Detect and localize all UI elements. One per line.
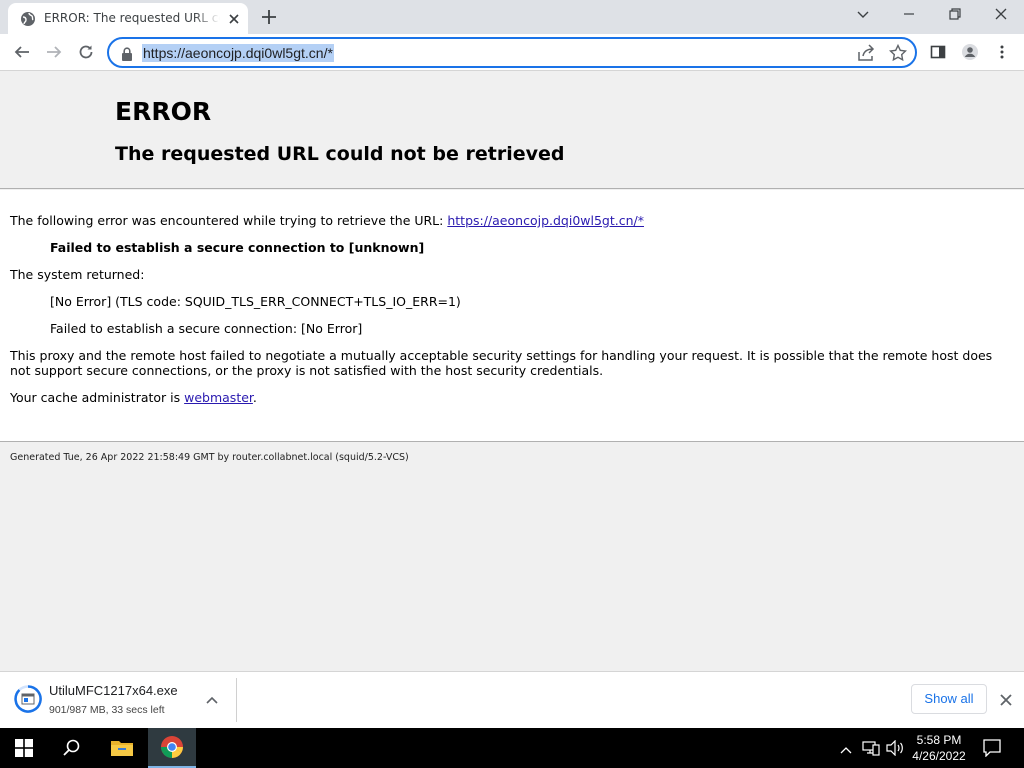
system-detail: Failed to establish a secure connection:…: [50, 321, 363, 336]
explanation-paragraph: This proxy and the remote host failed to…: [10, 348, 993, 378]
webmaster-link[interactable]: webmaster: [184, 390, 253, 405]
reload-icon[interactable]: [74, 40, 98, 64]
admin-paragraph: Your cache administrator is webmaster.: [10, 390, 1010, 405]
chevron-up-icon[interactable]: [204, 692, 220, 708]
side-panel-icon[interactable]: [926, 40, 950, 64]
download-progress-icon[interactable]: [14, 685, 42, 713]
tab-title: ERROR: The requested URL could not be re…: [44, 11, 220, 25]
shelf-divider: [236, 678, 237, 722]
download-filename[interactable]: UtiluMFC1217x64.exe: [49, 683, 178, 699]
tab-search-icon[interactable]: [840, 0, 886, 30]
system-code: [No Error] (TLS code: SQUID_TLS_ERR_CONN…: [50, 294, 461, 309]
lock-icon[interactable]: [121, 46, 133, 61]
globe-icon: [20, 11, 36, 27]
download-shelf: UtiluMFC1217x64.exe 901/987 MB, 33 secs …: [0, 671, 1024, 728]
download-status: 901/987 MB, 33 secs left: [49, 704, 165, 716]
network-icon[interactable]: [862, 740, 880, 760]
profile-avatar-icon[interactable]: [958, 40, 982, 64]
system-returned-label: The system returned:: [10, 267, 145, 282]
bookmark-star-icon[interactable]: [888, 43, 908, 62]
taskbar-clock[interactable]: 5:58 PM 4/26/2022: [908, 732, 970, 764]
requested-url-link[interactable]: https://aeoncojp.dqi0wl5gt.cn/*: [447, 213, 644, 228]
page-content: ERROR The requested URL could not be ret…: [0, 71, 1024, 671]
url-text[interactable]: https://aeoncojp.dqi0wl5gt.cn/*: [142, 44, 334, 62]
address-bar[interactable]: https://aeoncojp.dqi0wl5gt.cn/*: [107, 37, 917, 68]
share-icon[interactable]: [857, 44, 875, 62]
file-explorer-icon[interactable]: [98, 728, 146, 768]
tab-close-icon[interactable]: [226, 11, 242, 27]
error-message: Failed to establish a secure connection …: [50, 240, 425, 255]
volume-icon[interactable]: [886, 739, 904, 760]
clock-time: 5:58 PM: [916, 733, 962, 747]
restore-icon[interactable]: [932, 0, 978, 30]
intro-text: The following error was encountered whil…: [10, 213, 448, 228]
windows-start-icon[interactable]: [0, 728, 48, 768]
notification-icon[interactable]: [983, 739, 1001, 761]
new-tab-icon[interactable]: [259, 7, 279, 27]
tab-active[interactable]: ERROR: The requested URL could not be re…: [8, 3, 248, 34]
error-body: The following error was encountered whil…: [0, 190, 1024, 442]
close-window-icon[interactable]: [978, 0, 1024, 30]
forward-arrow-icon[interactable]: [42, 40, 66, 64]
chevron-up-tray-icon[interactable]: [840, 742, 852, 761]
admin-suffix: .: [252, 390, 257, 405]
admin-prefix: Your cache administrator is: [10, 390, 185, 405]
clock-date: 4/26/2022: [912, 749, 966, 763]
show-all-button[interactable]: Show all: [911, 684, 987, 714]
tab-strip: ERROR: The requested URL could not be re…: [0, 0, 1024, 34]
close-shelf-icon[interactable]: [998, 692, 1014, 708]
more-menu-icon[interactable]: [990, 40, 1014, 64]
search-icon[interactable]: [48, 728, 96, 768]
windows-taskbar: 5:58 PM 4/26/2022: [0, 728, 1024, 768]
error-header: ERROR The requested URL could not be ret…: [0, 71, 1024, 189]
minimize-icon[interactable]: [886, 0, 932, 30]
back-arrow-icon[interactable]: [10, 40, 34, 64]
chrome-taskbar-icon[interactable]: [148, 728, 196, 768]
generated-footer: Generated Tue, 26 Apr 2022 21:58:49 GMT …: [10, 452, 409, 463]
error-subtitle: The requested URL could not be retrieved: [115, 143, 565, 165]
browser-toolbar: https://aeoncojp.dqi0wl5gt.cn/*: [0, 34, 1024, 71]
error-title: ERROR: [115, 97, 212, 126]
intro-paragraph: The following error was encountered whil…: [10, 213, 1010, 228]
